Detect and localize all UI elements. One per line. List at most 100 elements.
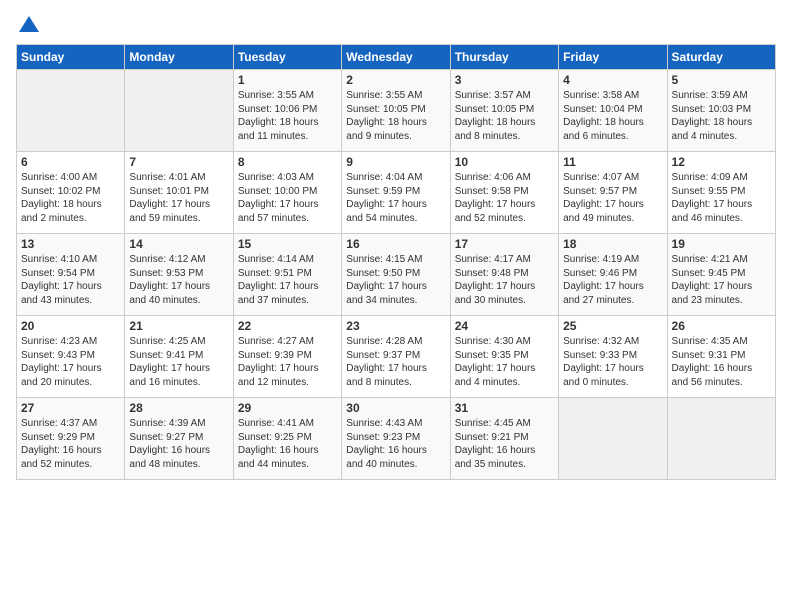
day-number: 31 [455, 401, 554, 415]
calendar-cell: 27 Sunrise: 4:37 AMSunset: 9:29 PMDayligh… [17, 398, 125, 480]
logo-triangle-icon [19, 16, 39, 32]
calendar-header-cell: Wednesday [342, 45, 450, 70]
day-content: Sunrise: 4:35 AMSunset: 9:31 PMDaylight:… [672, 335, 771, 389]
calendar-cell: 11 Sunrise: 4:07 AMSunset: 9:57 PMDayligh… [559, 152, 667, 234]
calendar-week-row: 20 Sunrise: 4:23 AMSunset: 9:43 PMDayligh… [17, 316, 776, 398]
day-number: 11 [563, 155, 662, 169]
calendar-cell [559, 398, 667, 480]
calendar-cell: 28 Sunrise: 4:39 AMSunset: 9:27 PMDayligh… [125, 398, 233, 480]
calendar-cell: 9 Sunrise: 4:04 AMSunset: 9:59 PMDaylight… [342, 152, 450, 234]
day-number: 24 [455, 319, 554, 333]
day-number: 7 [129, 155, 228, 169]
day-number: 1 [238, 73, 337, 87]
day-number: 19 [672, 237, 771, 251]
day-number: 10 [455, 155, 554, 169]
day-content: Sunrise: 4:17 AMSunset: 9:48 PMDaylight:… [455, 253, 554, 307]
calendar-week-row: 1Sunrise: 3:55 AMSunset: 10:06 PMDayligh… [17, 70, 776, 152]
day-number: 22 [238, 319, 337, 333]
calendar-cell: 2 Sunrise: 3:55 AMSunset: 10:05 PMDayligh… [342, 70, 450, 152]
day-number: 16 [346, 237, 445, 251]
day-number: 4 [563, 73, 662, 87]
day-number: 13 [21, 237, 120, 251]
day-content: Sunrise: 4:01 AMSunset: 10:01 PMDaylight… [129, 171, 228, 225]
day-content: Sunrise: 4:00 AMSunset: 10:02 PMDaylight… [21, 171, 120, 225]
day-content: Sunrise: 3:58 AMSunset: 10:04 PMDaylight… [563, 89, 662, 143]
day-number: 3 [455, 73, 554, 87]
day-number: 2 [346, 73, 445, 87]
calendar-cell: 4 Sunrise: 3:58 AMSunset: 10:04 PMDayligh… [559, 70, 667, 152]
day-number: 18 [563, 237, 662, 251]
calendar-header-cell: Monday [125, 45, 233, 70]
day-content: Sunrise: 4:07 AMSunset: 9:57 PMDaylight:… [563, 171, 662, 225]
calendar-cell: 22Sunrise: 4:27 AMSunset: 9:39 PMDayligh… [233, 316, 341, 398]
calendar-cell: 17 Sunrise: 4:17 AMSunset: 9:48 PMDayligh… [450, 234, 558, 316]
calendar-table: SundayMondayTuesdayWednesdayThursdayFrid… [16, 44, 776, 480]
day-number: 12 [672, 155, 771, 169]
calendar-week-row: 27 Sunrise: 4:37 AMSunset: 9:29 PMDayligh… [17, 398, 776, 480]
day-number: 28 [129, 401, 228, 415]
day-number: 29 [238, 401, 337, 415]
calendar-cell: 18 Sunrise: 4:19 AMSunset: 9:46 PMDayligh… [559, 234, 667, 316]
calendar-cell: 12Sunrise: 4:09 AMSunset: 9:55 PMDayligh… [667, 152, 775, 234]
calendar-cell: 10Sunrise: 4:06 AMSunset: 9:58 PMDayligh… [450, 152, 558, 234]
day-content: Sunrise: 3:55 AMSunset: 10:05 PMDaylight… [346, 89, 445, 143]
day-content: Sunrise: 4:19 AMSunset: 9:46 PMDaylight:… [563, 253, 662, 307]
day-number: 26 [672, 319, 771, 333]
day-content: Sunrise: 4:23 AMSunset: 9:43 PMDaylight:… [21, 335, 120, 389]
calendar-week-row: 6 Sunrise: 4:00 AMSunset: 10:02 PMDayligh… [17, 152, 776, 234]
calendar-header-cell: Tuesday [233, 45, 341, 70]
day-content: Sunrise: 4:15 AMSunset: 9:50 PMDaylight:… [346, 253, 445, 307]
calendar-cell: 15Sunrise: 4:14 AMSunset: 9:51 PMDayligh… [233, 234, 341, 316]
day-content: Sunrise: 4:45 AMSunset: 9:21 PMDaylight:… [455, 417, 554, 471]
day-content: Sunrise: 4:39 AMSunset: 9:27 PMDaylight:… [129, 417, 228, 471]
calendar-cell: 20 Sunrise: 4:23 AMSunset: 9:43 PMDayligh… [17, 316, 125, 398]
calendar-header-cell: Friday [559, 45, 667, 70]
day-number: 20 [21, 319, 120, 333]
calendar-cell: 13 Sunrise: 4:10 AMSunset: 9:54 PMDayligh… [17, 234, 125, 316]
day-content: Sunrise: 4:30 AMSunset: 9:35 PMDaylight:… [455, 335, 554, 389]
calendar-cell: 5Sunrise: 3:59 AMSunset: 10:03 PMDayligh… [667, 70, 775, 152]
calendar-header-cell: Saturday [667, 45, 775, 70]
day-number: 25 [563, 319, 662, 333]
calendar-cell [125, 70, 233, 152]
calendar-cell: 19 Sunrise: 4:21 AMSunset: 9:45 PMDayligh… [667, 234, 775, 316]
calendar-cell: 25 Sunrise: 4:32 AMSunset: 9:33 PMDayligh… [559, 316, 667, 398]
logo [16, 16, 39, 36]
calendar-cell: 21 Sunrise: 4:25 AMSunset: 9:41 PMDayligh… [125, 316, 233, 398]
calendar-body: 1Sunrise: 3:55 AMSunset: 10:06 PMDayligh… [17, 70, 776, 480]
day-number: 27 [21, 401, 120, 415]
day-content: Sunrise: 4:37 AMSunset: 9:29 PMDaylight:… [21, 417, 120, 471]
day-number: 14 [129, 237, 228, 251]
day-content: Sunrise: 4:32 AMSunset: 9:33 PMDaylight:… [563, 335, 662, 389]
day-content: Sunrise: 4:12 AMSunset: 9:53 PMDaylight:… [129, 253, 228, 307]
day-number: 15 [238, 237, 337, 251]
day-number: 21 [129, 319, 228, 333]
calendar-cell [17, 70, 125, 152]
calendar-cell: 1Sunrise: 3:55 AMSunset: 10:06 PMDayligh… [233, 70, 341, 152]
calendar-week-row: 13 Sunrise: 4:10 AMSunset: 9:54 PMDayligh… [17, 234, 776, 316]
day-content: Sunrise: 4:10 AMSunset: 9:54 PMDaylight:… [21, 253, 120, 307]
calendar-cell: 6 Sunrise: 4:00 AMSunset: 10:02 PMDayligh… [17, 152, 125, 234]
day-number: 5 [672, 73, 771, 87]
day-content: Sunrise: 4:04 AMSunset: 9:59 PMDaylight:… [346, 171, 445, 225]
calendar-cell: 30Sunrise: 4:43 AMSunset: 9:23 PMDayligh… [342, 398, 450, 480]
calendar-cell: 3Sunrise: 3:57 AMSunset: 10:05 PMDayligh… [450, 70, 558, 152]
day-content: Sunrise: 4:25 AMSunset: 9:41 PMDaylight:… [129, 335, 228, 389]
day-number: 23 [346, 319, 445, 333]
day-content: Sunrise: 4:21 AMSunset: 9:45 PMDaylight:… [672, 253, 771, 307]
day-content: Sunrise: 4:03 AMSunset: 10:00 PMDaylight… [238, 171, 337, 225]
calendar-header-cell: Sunday [17, 45, 125, 70]
calendar-header-row: SundayMondayTuesdayWednesdayThursdayFrid… [17, 45, 776, 70]
calendar-header-cell: Thursday [450, 45, 558, 70]
calendar-cell [667, 398, 775, 480]
calendar-cell: 31 Sunrise: 4:45 AMSunset: 9:21 PMDayligh… [450, 398, 558, 480]
page-header [16, 16, 776, 36]
calendar-cell: 7 Sunrise: 4:01 AMSunset: 10:01 PMDayligh… [125, 152, 233, 234]
day-number: 6 [21, 155, 120, 169]
day-number: 8 [238, 155, 337, 169]
calendar-cell: 26 Sunrise: 4:35 AMSunset: 9:31 PMDayligh… [667, 316, 775, 398]
calendar-cell: 23Sunrise: 4:28 AMSunset: 9:37 PMDayligh… [342, 316, 450, 398]
calendar-cell: 14 Sunrise: 4:12 AMSunset: 9:53 PMDayligh… [125, 234, 233, 316]
day-number: 9 [346, 155, 445, 169]
day-number: 17 [455, 237, 554, 251]
